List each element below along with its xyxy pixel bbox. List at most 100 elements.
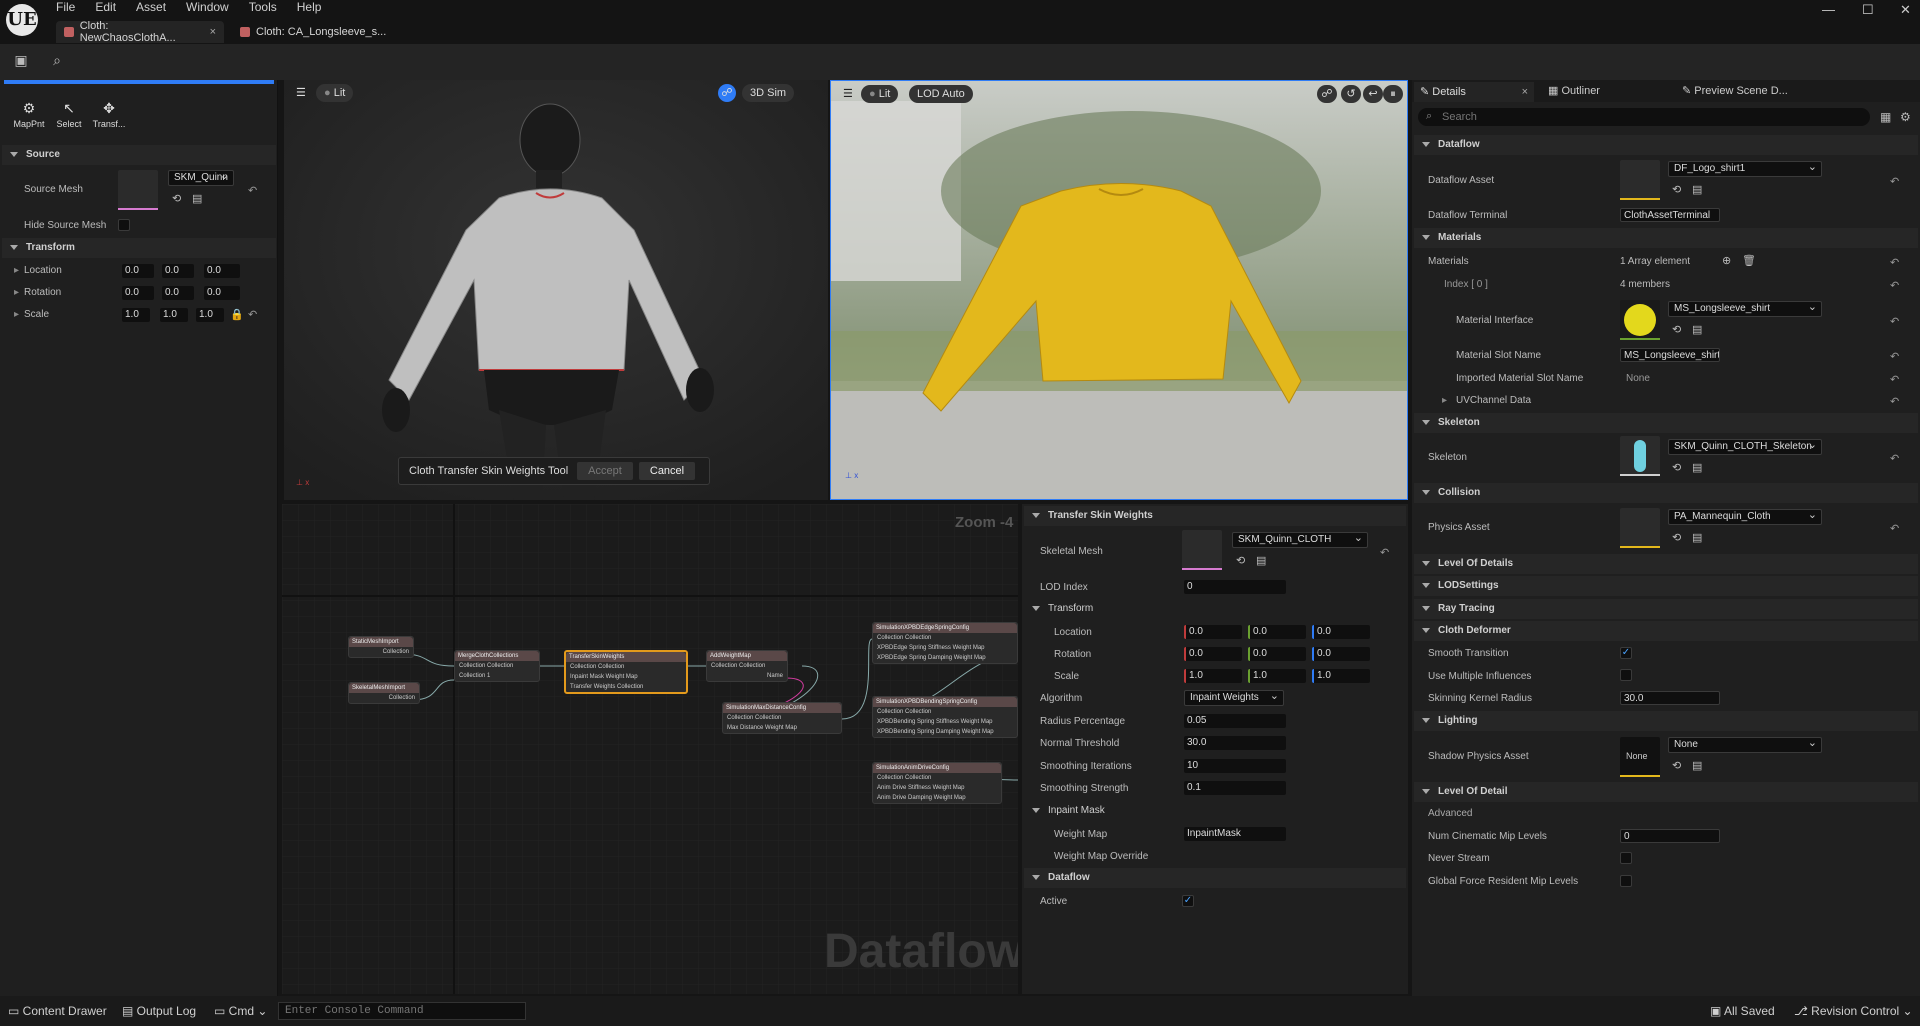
shadow-physics-combo[interactable]: None xyxy=(1668,737,1822,753)
location-x[interactable]: 0.0 xyxy=(1184,625,1242,639)
menu-edit[interactable]: Edit xyxy=(85,0,126,14)
accept-button[interactable]: Accept xyxy=(577,462,633,480)
node-pin[interactable]: Collection Collection xyxy=(873,773,1001,783)
settings-gear-icon[interactable]: ⚙ xyxy=(1900,110,1911,124)
browse-icon[interactable]: ▤ xyxy=(1692,759,1702,772)
section-transform[interactable]: Transform xyxy=(1024,599,1406,619)
cinematic-mip-levels-input[interactable]: 0 xyxy=(1620,829,1720,843)
radius-percentage-input[interactable]: 0.05 xyxy=(1184,714,1286,728)
section-lod-settings[interactable]: LODSettings xyxy=(1414,576,1918,596)
section-transfer-skin-weights[interactable]: Transfer Skin Weights xyxy=(1024,506,1406,526)
use-selected-icon[interactable]: ⟲ xyxy=(1672,461,1681,474)
index-label[interactable]: Index [ 0 ] xyxy=(1444,279,1488,290)
node-static-mesh-import[interactable]: StaticMeshImport Collection xyxy=(348,636,414,658)
reset-icon[interactable]: ↶ xyxy=(1890,256,1899,269)
minimize-icon[interactable]: — xyxy=(1822,2,1835,17)
node-pin[interactable]: Collection Collection xyxy=(873,633,1017,643)
reset-icon[interactable]: ↶ xyxy=(1890,395,1899,408)
node-pin[interactable]: Max Distance Weight Map xyxy=(723,723,841,733)
menu-window[interactable]: Window xyxy=(176,0,239,14)
section-materials[interactable]: Materials xyxy=(1414,228,1918,248)
cancel-button[interactable]: Cancel xyxy=(639,462,695,480)
browse-asset-icon[interactable]: ⌕ xyxy=(48,52,66,70)
viewport-menu-icon[interactable]: ☰ xyxy=(288,84,314,102)
content-drawer-button[interactable]: ▭ Content Drawer xyxy=(8,1004,107,1018)
close-tab-icon[interactable]: × xyxy=(1522,82,1528,102)
node-pin[interactable]: Inpaint Mask Weight Map xyxy=(566,672,686,682)
reset-sim-icon[interactable]: ↺ xyxy=(1341,85,1361,103)
use-selected-icon[interactable]: ⟲ xyxy=(1672,183,1681,196)
algorithm-combo[interactable]: Inpaint Weights xyxy=(1184,690,1284,706)
scale-y[interactable]: 1.0 xyxy=(160,308,188,322)
physics-asset-combo[interactable]: PA_Mannequin_Cloth xyxy=(1668,509,1822,525)
index-members[interactable]: 4 members xyxy=(1620,279,1670,290)
menu-tools[interactable]: Tools xyxy=(239,0,287,14)
expand-arrow-icon[interactable]: ▸ xyxy=(14,287,19,298)
close-window-icon[interactable]: ✕ xyxy=(1900,2,1911,18)
node-pin[interactable]: XPBDBending Spring Stiffness Weight Map xyxy=(873,717,1017,727)
lod-auto-button[interactable]: LOD Auto xyxy=(909,85,973,103)
use-selected-icon[interactable]: ⟲ xyxy=(1672,323,1681,336)
reset-icon[interactable]: ↶ xyxy=(1890,175,1899,188)
never-stream-checkbox[interactable] xyxy=(1620,852,1632,864)
lod-index-input[interactable]: 0 xyxy=(1184,580,1286,594)
rotation-y[interactable]: 0.0 xyxy=(1248,647,1306,661)
rotation-z[interactable]: 0.0 xyxy=(204,286,240,300)
scale-z[interactable]: 1.0 xyxy=(196,308,224,322)
rotation-x[interactable]: 0.0 xyxy=(1184,647,1242,661)
revision-control-button[interactable]: ⎇ Revision Control ⌄ xyxy=(1794,1004,1913,1018)
node-merge-cloth-collections[interactable]: MergeClothCollections Collection Collecti… xyxy=(454,650,540,682)
tab-outliner[interactable]: ▦ Outliner xyxy=(1548,84,1600,97)
reset-icon[interactable]: ↶ xyxy=(248,184,257,197)
skinning-kernel-radius-input[interactable]: 30.0 xyxy=(1620,691,1720,705)
browse-icon[interactable]: ▤ xyxy=(1692,531,1702,544)
node-pin[interactable]: Anim Drive Stiffness Weight Map xyxy=(873,783,1001,793)
step-back-icon[interactable]: ↩ xyxy=(1363,85,1383,103)
material-slot-name-input[interactable]: MS_Longsleeve_shirt xyxy=(1620,348,1720,362)
smoothing-iterations-input[interactable]: 10 xyxy=(1184,759,1286,773)
section-source[interactable]: Source xyxy=(2,145,276,165)
all-saved-button[interactable]: ▣ All Saved xyxy=(1710,1004,1775,1018)
location-z[interactable]: 0.0 xyxy=(1312,625,1370,639)
section-level-of-detail[interactable]: Level Of Detail xyxy=(1414,782,1918,802)
section-cloth-deformer[interactable]: Cloth Deformer xyxy=(1414,621,1918,641)
smooth-transition-checkbox[interactable]: ✓ xyxy=(1620,647,1632,659)
dataflow-asset-combo[interactable]: DF_Logo_shirt1 xyxy=(1668,161,1822,177)
material-interface-combo[interactable]: MS_Longsleeve_shirt xyxy=(1668,301,1822,317)
node-xpbd-bending-spring-config[interactable]: SimulationXPBDBendingSpringConfig Collect… xyxy=(872,696,1018,738)
menu-help[interactable]: Help xyxy=(287,0,332,14)
sim-toggle-icon[interactable]: ☍ xyxy=(1317,85,1337,103)
expand-arrow-icon[interactable]: ▸ xyxy=(14,265,19,276)
scale-y[interactable]: 1.0 xyxy=(1248,669,1306,683)
lit-mode-button[interactable]: ● Lit xyxy=(316,84,354,102)
tool-transform[interactable]: ✥ Transf... xyxy=(86,100,132,129)
delete-icon[interactable]: 🗑 xyxy=(1742,254,1756,267)
section-ray-tracing[interactable]: Ray Tracing xyxy=(1414,599,1918,619)
use-selected-icon[interactable]: ⟲ xyxy=(1672,759,1681,772)
node-pin[interactable]: Collection Collection xyxy=(873,707,1017,717)
cloth-3d-viewport[interactable]: ☰ ● Lit ☍ 3D Sim ⊥ x Cloth Transfer Skin… xyxy=(284,80,828,500)
node-pin[interactable]: Collection 1 xyxy=(455,671,539,681)
source-mesh-combo[interactable]: SKM_Quinn xyxy=(168,170,234,186)
lock-icon[interactable]: 🔒 xyxy=(230,308,244,321)
menu-file[interactable]: File xyxy=(46,0,85,14)
rotation-x[interactable]: 0.0 xyxy=(122,286,154,300)
dataflow-graph-editor[interactable]: Zoom -4 Dataflow StaticMeshImport Collect… xyxy=(282,504,1018,994)
viewport-menu-icon[interactable]: ☰ xyxy=(835,85,861,103)
preview-viewport[interactable]: ☰ ● Lit LOD Auto ☍ ↺ ↩ ⏸ ⊥ x xyxy=(830,80,1408,500)
dataflow-terminal-input[interactable]: ClothAssetTerminal xyxy=(1620,208,1720,222)
normal-threshold-input[interactable]: 30.0 xyxy=(1184,736,1286,750)
search-input[interactable] xyxy=(1442,109,1842,125)
location-z[interactable]: 0.0 xyxy=(204,264,240,278)
advanced-toggle[interactable]: Advanced xyxy=(1428,808,1472,819)
scale-x[interactable]: 1.0 xyxy=(122,308,150,322)
hide-source-mesh-checkbox[interactable] xyxy=(118,219,130,231)
node-pin[interactable]: Transfer Weights Collection xyxy=(566,682,686,692)
location-x[interactable]: 0.0 xyxy=(122,264,154,278)
node-max-distance-config[interactable]: SimulationMaxDistanceConfig Collection Co… xyxy=(722,702,842,734)
menu-asset[interactable]: Asset xyxy=(126,0,176,14)
details-search-box[interactable]: ⌕ xyxy=(1418,108,1870,126)
node-pin[interactable]: Anim Drive Damping Weight Map xyxy=(873,793,1001,803)
close-tab-icon[interactable]: × xyxy=(210,26,216,38)
save-icon[interactable]: ▣ xyxy=(12,52,30,70)
